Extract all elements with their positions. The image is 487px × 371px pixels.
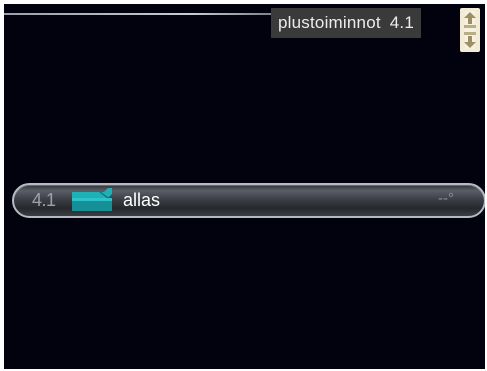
scroll-arrows-icon[interactable]: [460, 8, 480, 52]
menu-title-text: plustoiminnot: [278, 13, 381, 32]
pool-icon: [70, 188, 114, 212]
menu-item-pool[interactable]: 4.1 allas --°: [12, 183, 485, 218]
menu-item-label: allas: [123, 190, 161, 210]
menu-item-number: 4.1: [32, 190, 56, 210]
menu-title: plustoiminnot 4.1: [271, 8, 421, 38]
pool-temperature-value: --°: [438, 190, 454, 207]
display-screen: plustoiminnot 4.1 4.1 allas --°: [4, 4, 485, 369]
header-divider: [4, 13, 272, 15]
menu-title-number: 4.1: [389, 13, 414, 32]
